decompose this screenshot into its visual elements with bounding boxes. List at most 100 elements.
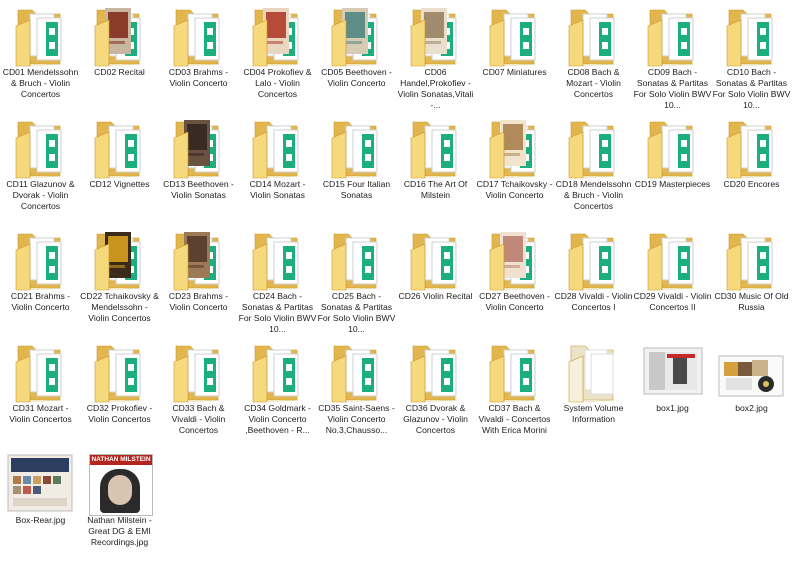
folder-cd31-mozart-violin-concertos[interactable]: CD31 Mozart - Violin Concertos bbox=[1, 338, 80, 450]
folder-cd27-beethoven-violin-concerto[interactable]: CD27 Beethoven - Violin Concerto bbox=[475, 226, 554, 338]
item-label: CD01 Mendelssohn & Bruch - Violin Concer… bbox=[2, 67, 79, 99]
folder-system-volume-information[interactable]: System Volume Information bbox=[554, 338, 633, 450]
image-thumbnail-icon bbox=[1, 452, 80, 516]
folder-cd06-handel-prokofiev-violin-sonatas-vit[interactable]: CD06 Handel,Prokofiev - Violin Sonatas,V… bbox=[396, 2, 475, 114]
item-label: CD03 Brahms - Violin Concerto bbox=[168, 67, 229, 88]
image-file-box1-jpg[interactable]: box1.jpg bbox=[633, 338, 712, 450]
folder-cd30-music-of-old-russia[interactable]: CD30 Music Of Old Russia bbox=[712, 226, 791, 338]
item-label: CD28 Vivaldi - Violin Concertos I bbox=[554, 291, 633, 312]
item-label: CD05 Beethoven - Violin Concerto bbox=[321, 67, 392, 88]
folder-icon bbox=[723, 228, 779, 292]
folder-cd20-encores[interactable]: CD20 Encores bbox=[712, 114, 791, 226]
folder-cd14-mozart-violin-sonatas[interactable]: CD14 Mozart - Violin Sonatas bbox=[238, 114, 317, 226]
item-label: CD11 Glazunov & Dvorak - Violin Concerto… bbox=[6, 179, 75, 211]
item-label: CD13 Beethoven - Violin Sonatas bbox=[163, 179, 234, 200]
folder-cd25-bach-sonatas-partitas-for-solo-viol[interactable]: CD25 Bach - Sonatas & Partitas For Solo … bbox=[317, 226, 396, 338]
folder-cd17-tchaikovsky-violin-concerto[interactable]: CD17 Tchaikovsky - Violin Concerto bbox=[475, 114, 554, 226]
folder-icon bbox=[723, 116, 779, 180]
item-label: CD02 Recital bbox=[94, 67, 145, 77]
folder-cd10-bach-sonatas-partitas-for-solo-viol[interactable]: CD10 Bach - Sonatas & Partitas For Solo … bbox=[712, 2, 791, 114]
folder-cd34-goldmark-violin-concerto-beethoven-[interactable]: CD34 Goldmark - Violin Concerto ,Beethov… bbox=[238, 338, 317, 450]
folder-cd12-vignettes[interactable]: CD12 Vignettes bbox=[80, 114, 159, 226]
folder-cd19-masterpieces[interactable]: CD19 Masterpieces bbox=[633, 114, 712, 226]
folder-icon bbox=[170, 228, 226, 292]
folder-icon bbox=[565, 4, 621, 68]
folder-icon bbox=[565, 340, 621, 404]
image-file-box-rear-jpg[interactable]: Box-Rear.jpg bbox=[1, 450, 80, 562]
folder-cd24-bach-sonatas-partitas-for-solo-viol[interactable]: CD24 Bach - Sonatas & Partitas For Solo … bbox=[238, 226, 317, 338]
folder-cd22-tchaikovsky-mendelssohn-violin-conc[interactable]: CD22 Tchaikovsky & Mendelssohn - Violin … bbox=[80, 226, 159, 338]
folder-cd23-brahms-violin-concerto[interactable]: CD23 Brahms - Violin Concerto bbox=[159, 226, 238, 338]
folder-icon bbox=[565, 228, 621, 292]
folder-cd09-bach-sonatas-partitas-for-solo-viol[interactable]: CD09 Bach - Sonatas & Partitas For Solo … bbox=[633, 2, 712, 114]
folder-icon bbox=[12, 4, 68, 68]
folder-icon bbox=[12, 116, 68, 180]
folder-icon bbox=[328, 4, 384, 68]
item-label: CD27 Beethoven - Violin Concerto bbox=[479, 291, 550, 312]
folder-cd29-vivaldi-violin-concertos-ii[interactable]: CD29 Vivaldi - Violin Concertos II bbox=[633, 226, 712, 338]
folder-cd26-violin-recital[interactable]: CD26 Violin Recital bbox=[396, 226, 475, 338]
item-label: System Volume Information bbox=[563, 403, 624, 424]
folder-icon bbox=[170, 340, 226, 404]
folder-cd35-saint-saens-violin-concerto-no-3-ch[interactable]: CD35 Saint-Saens - Violin Concerto No.3,… bbox=[317, 338, 396, 450]
folder-cd01-mendelssohn-bruch-violin-concertos[interactable]: CD01 Mendelssohn & Bruch - Violin Concer… bbox=[1, 2, 80, 114]
folder-icon bbox=[12, 340, 68, 404]
folder-cd21-brahms-violin-concerto[interactable]: CD21 Brahms - Violin Concerto bbox=[1, 226, 80, 338]
folder-cd15-four-italian-sonatas[interactable]: CD15 Four Italian Sonatas bbox=[317, 114, 396, 226]
item-label: Box-Rear.jpg bbox=[15, 515, 66, 525]
item-label: CD21 Brahms - Violin Concerto bbox=[10, 291, 71, 312]
item-label: CD14 Mozart - Violin Sonatas bbox=[249, 179, 306, 200]
folder-cd33-bach-vivaldi-violin-concertos[interactable]: CD33 Bach & Vivaldi - Violin Concertos bbox=[159, 338, 238, 450]
item-label: box1.jpg bbox=[656, 403, 689, 413]
folder-icon bbox=[644, 4, 700, 68]
item-label: CD22 Tchaikovsky & Mendelssohn - Violin … bbox=[80, 291, 159, 323]
folder-icon bbox=[91, 116, 147, 180]
item-label: CD26 Violin Recital bbox=[398, 291, 473, 301]
item-label: CD09 Bach - Sonatas & Partitas For Solo … bbox=[633, 67, 712, 110]
item-label: CD12 Vignettes bbox=[89, 179, 150, 189]
folder-cd05-beethoven-violin-concerto[interactable]: CD05 Beethoven - Violin Concerto bbox=[317, 2, 396, 114]
folder-cd36-dvorak-glazunov-violin-concertos[interactable]: CD36 Dvorak & Glazunov - Violin Concerto… bbox=[396, 338, 475, 450]
item-label: CD20 Encores bbox=[723, 179, 780, 189]
item-label: CD34 Goldmark - Violin Concerto ,Beethov… bbox=[244, 403, 311, 435]
item-label: CD24 Bach - Sonatas & Partitas For Solo … bbox=[238, 291, 317, 334]
folder-cd07-miniatures[interactable]: CD07 Miniatures bbox=[475, 2, 554, 114]
folder-cd04-prokofiev-lalo-violin-concertos[interactable]: CD04 Prokofiev & Lalo - Violin Concertos bbox=[238, 2, 317, 114]
folder-icon bbox=[407, 228, 463, 292]
folder-icon bbox=[407, 116, 463, 180]
folder-icon bbox=[249, 228, 305, 292]
image-file-nathan-milstein-great-dg-emi-recordings-[interactable]: NATHAN MILSTEIN Nathan Milstein - Great … bbox=[80, 450, 159, 562]
folder-icon bbox=[486, 340, 542, 404]
folder-cd08-bach-mozart-violin-concertos[interactable]: CD08 Bach & Mozart - Violin Concertos bbox=[554, 2, 633, 114]
folder-icon bbox=[91, 340, 147, 404]
item-label: CD06 Handel,Prokofiev - Violin Sonatas,V… bbox=[397, 67, 474, 110]
item-label: CD30 Music Of Old Russia bbox=[714, 291, 789, 312]
item-label: CD18 Mendelssohn & Bruch - Violin Concer… bbox=[555, 179, 632, 211]
folder-cd03-brahms-violin-concerto[interactable]: CD03 Brahms - Violin Concerto bbox=[159, 2, 238, 114]
folder-icon bbox=[644, 228, 700, 292]
item-label: CD33 Bach & Vivaldi - Violin Concertos bbox=[171, 403, 226, 435]
image-file-box2-jpg[interactable]: box2.jpg bbox=[712, 338, 791, 450]
folder-icon bbox=[407, 340, 463, 404]
item-label: CD32 Prokofiev - Violin Concertos bbox=[86, 403, 153, 424]
folder-cd11-glazunov-dvorak-violin-concertos[interactable]: CD11 Glazunov & Dvorak - Violin Concerto… bbox=[1, 114, 80, 226]
folder-icon bbox=[91, 228, 147, 292]
folder-cd02-recital[interactable]: CD02 Recital bbox=[80, 2, 159, 114]
folder-icon bbox=[328, 116, 384, 180]
folder-icon bbox=[328, 340, 384, 404]
folder-cd32-prokofiev-violin-concertos[interactable]: CD32 Prokofiev - Violin Concertos bbox=[80, 338, 159, 450]
folder-icon bbox=[723, 4, 779, 68]
folder-icon bbox=[644, 116, 700, 180]
folder-cd37-bach-vivaldi-concertos-with-erica-m[interactable]: CD37 Bach & Vivaldi - Concertos With Eri… bbox=[475, 338, 554, 450]
item-label: Nathan Milstein - Great DG & EMI Recordi… bbox=[87, 515, 152, 547]
item-label: CD37 Bach & Vivaldi - Concertos With Eri… bbox=[478, 403, 551, 435]
item-label: CD23 Brahms - Violin Concerto bbox=[168, 291, 229, 312]
folder-cd16-the-art-of-milstein[interactable]: CD16 The Art Of Milstein bbox=[396, 114, 475, 226]
folder-cd28-vivaldi-violin-concertos-i[interactable]: CD28 Vivaldi - Violin Concertos I bbox=[554, 226, 633, 338]
image-thumbnail-icon bbox=[633, 340, 712, 404]
image-thumbnail-icon bbox=[712, 340, 791, 404]
folder-cd18-mendelssohn-bruch-violin-concertos[interactable]: CD18 Mendelssohn & Bruch - Violin Concer… bbox=[554, 114, 633, 226]
item-label: CD31 Mozart - Violin Concertos bbox=[9, 403, 72, 424]
folder-icon bbox=[249, 4, 305, 68]
folder-cd13-beethoven-violin-sonatas[interactable]: CD13 Beethoven - Violin Sonatas bbox=[159, 114, 238, 226]
